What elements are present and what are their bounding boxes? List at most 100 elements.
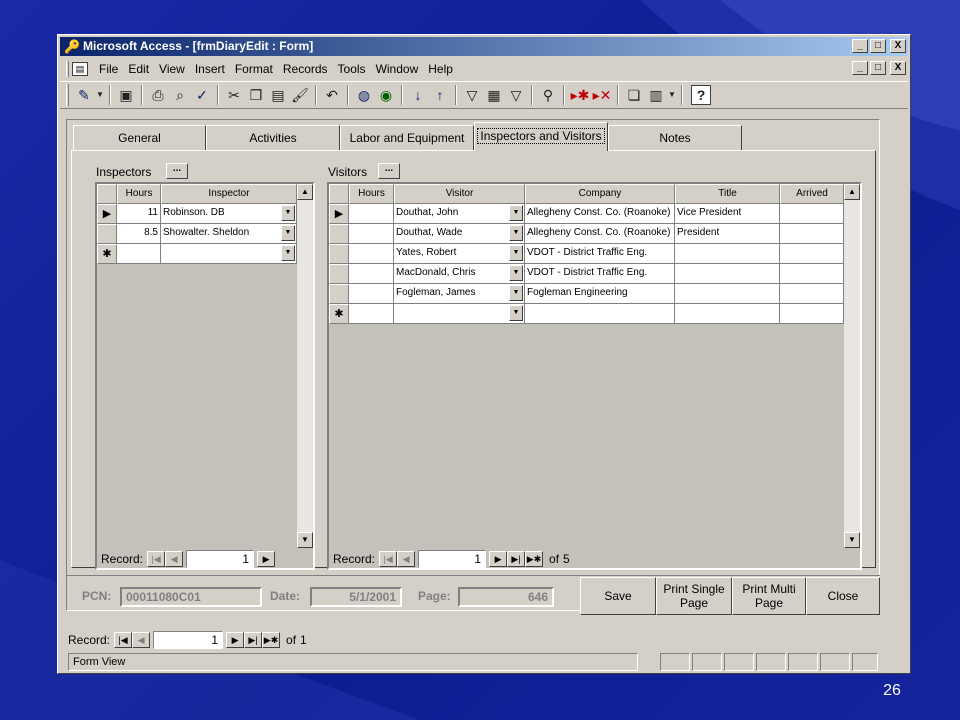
column-header-company[interactable]: Company	[525, 184, 675, 204]
first-record-icon[interactable]: |◀	[147, 551, 166, 567]
column-header-arrived[interactable]: Arrived	[780, 184, 844, 204]
print-icon[interactable]: ⎙	[147, 84, 169, 106]
record-selector-current[interactable]: ▶	[329, 204, 349, 224]
inspectors-scrollbar[interactable]: ▲ ▼	[297, 184, 313, 548]
menu-insert[interactable]: Insert	[190, 62, 230, 76]
scroll-up-icon[interactable]: ▲	[844, 184, 860, 200]
visitor-cell[interactable]: Fogleman, James ▼	[394, 284, 525, 304]
menu-window[interactable]: Window	[371, 62, 424, 76]
arrived-cell[interactable]	[780, 284, 844, 304]
tab-general[interactable]: General	[73, 125, 206, 151]
select-all-corner[interactable]	[97, 184, 117, 204]
record-selector[interactable]	[329, 264, 349, 284]
visitor-cell[interactable]: Douthat, Wade ▼	[394, 224, 525, 244]
undo-icon[interactable]: ↶	[321, 84, 343, 106]
help-icon[interactable]: ?	[691, 85, 711, 105]
visitor-cell[interactable]: ▼	[394, 304, 525, 324]
apply-filter-icon[interactable]: ▽	[505, 84, 527, 106]
column-header-visitor[interactable]: Visitor	[394, 184, 525, 204]
doc-restore-button[interactable]: □	[870, 61, 886, 75]
arrived-cell[interactable]	[780, 244, 844, 264]
print-preview-icon[interactable]: ⌕	[169, 84, 191, 106]
scroll-down-icon[interactable]: ▼	[844, 532, 860, 548]
previous-record-icon[interactable]: ◀	[165, 551, 184, 567]
delete-record-icon[interactable]: ▸✕	[591, 84, 613, 106]
view-dropdown-icon[interactable]: ▼	[95, 84, 105, 106]
last-record-icon[interactable]: ▶|	[244, 632, 263, 648]
column-header-title[interactable]: Title	[675, 184, 780, 204]
hours-cell[interactable]: 11	[117, 204, 161, 224]
print-single-page-button[interactable]: Print Single Page	[656, 577, 732, 615]
scroll-down-icon[interactable]: ▼	[297, 532, 313, 548]
doc-minimize-button[interactable]: _	[852, 61, 868, 75]
properties-icon[interactable]: ❏	[623, 84, 645, 106]
page-field[interactable]: 646	[458, 587, 554, 607]
save-icon[interactable]: ▣	[115, 84, 137, 106]
arrived-cell[interactable]	[780, 264, 844, 284]
previous-record-icon[interactable]: ◀	[132, 632, 151, 648]
previous-record-icon[interactable]: ◀	[397, 551, 416, 567]
menu-help[interactable]: Help	[423, 62, 458, 76]
title-bar[interactable]: 🔑 Microsoft Access - [frmDiaryEdit : For…	[60, 37, 908, 56]
chevron-down-icon[interactable]: ▼	[281, 225, 295, 241]
title-cell[interactable]	[675, 284, 780, 304]
close-form-button[interactable]: Close	[806, 577, 880, 615]
record-selector[interactable]	[97, 224, 117, 244]
arrived-cell[interactable]	[780, 224, 844, 244]
inspector-cell[interactable]: Showalter. Sheldon ▼	[161, 224, 297, 244]
chevron-down-icon[interactable]: ▼	[509, 305, 523, 321]
arrived-cell[interactable]	[780, 304, 844, 324]
chevron-down-icon[interactable]: ▼	[509, 285, 523, 301]
first-record-icon[interactable]: |◀	[379, 551, 398, 567]
chevron-down-icon[interactable]: ▼	[281, 205, 295, 221]
next-record-icon[interactable]: ▶	[489, 551, 508, 567]
sort-ascending-icon[interactable]: ↓	[407, 84, 429, 106]
menu-records[interactable]: Records	[278, 62, 333, 76]
visitors-scrollbar[interactable]: ▲ ▼	[844, 184, 860, 548]
column-header-hours[interactable]: Hours	[349, 184, 394, 204]
company-cell[interactable]: Fogleman Engineering	[525, 284, 675, 304]
new-record-nav-icon[interactable]: ▶✱	[525, 551, 544, 567]
spelling-icon[interactable]: ✓	[191, 84, 213, 106]
title-cell[interactable]	[675, 244, 780, 264]
title-cell[interactable]	[675, 264, 780, 284]
first-record-icon[interactable]: |◀	[114, 632, 133, 648]
new-record-nav-icon[interactable]: ▶✱	[262, 632, 281, 648]
menu-format[interactable]: Format	[230, 62, 278, 76]
record-number-input[interactable]: 1	[186, 550, 255, 568]
hours-cell[interactable]	[349, 264, 394, 284]
company-cell[interactable]: VDOT - District Traffic Eng.	[525, 264, 675, 284]
find-icon[interactable]: ⚲	[537, 84, 559, 106]
sort-descending-icon[interactable]: ↑	[429, 84, 451, 106]
tab-activities[interactable]: Activities	[206, 125, 340, 151]
menu-edit[interactable]: Edit	[123, 62, 154, 76]
hyperlink-icon[interactable]: ◍	[353, 84, 375, 106]
visitor-cell[interactable]: Yates, Robert ▼	[394, 244, 525, 264]
inspector-cell[interactable]: ▼	[161, 244, 297, 264]
company-cell[interactable]: Allegheny Const. Co. (Roanoke)	[525, 224, 675, 244]
new-record-icon[interactable]: ▸✱	[569, 84, 591, 106]
restore-button[interactable]: □	[870, 39, 886, 53]
new-record-selector[interactable]: ✱	[329, 304, 349, 324]
visitor-cell[interactable]: Douthat, John ▼	[394, 204, 525, 224]
record-selector[interactable]	[329, 244, 349, 264]
filter-by-form-icon[interactable]: ▦	[483, 84, 505, 106]
tab-notes[interactable]: Notes	[608, 125, 742, 151]
visitors-ellipsis-button[interactable]: ...	[378, 163, 400, 179]
chevron-down-icon[interactable]: ▼	[509, 265, 523, 281]
paste-icon[interactable]: ▤	[267, 84, 289, 106]
select-all-corner[interactable]	[329, 184, 349, 204]
minimize-button[interactable]: _	[852, 39, 868, 53]
inspector-cell[interactable]: Robinson. DB ▼	[161, 204, 297, 224]
new-object-dropdown-icon[interactable]: ▼	[667, 84, 677, 106]
pcn-field[interactable]: 00011080C01	[120, 587, 262, 607]
company-cell[interactable]	[525, 304, 675, 324]
save-button[interactable]: Save	[580, 577, 656, 615]
doc-close-button[interactable]: X	[890, 61, 906, 75]
last-record-icon[interactable]: ▶|	[507, 551, 526, 567]
next-record-icon[interactable]: ▶	[226, 632, 245, 648]
record-selector[interactable]	[329, 284, 349, 304]
title-cell[interactable]: Vice President	[675, 204, 780, 224]
next-record-icon[interactable]: ▶	[257, 551, 276, 567]
close-window-button[interactable]: X	[890, 39, 906, 53]
